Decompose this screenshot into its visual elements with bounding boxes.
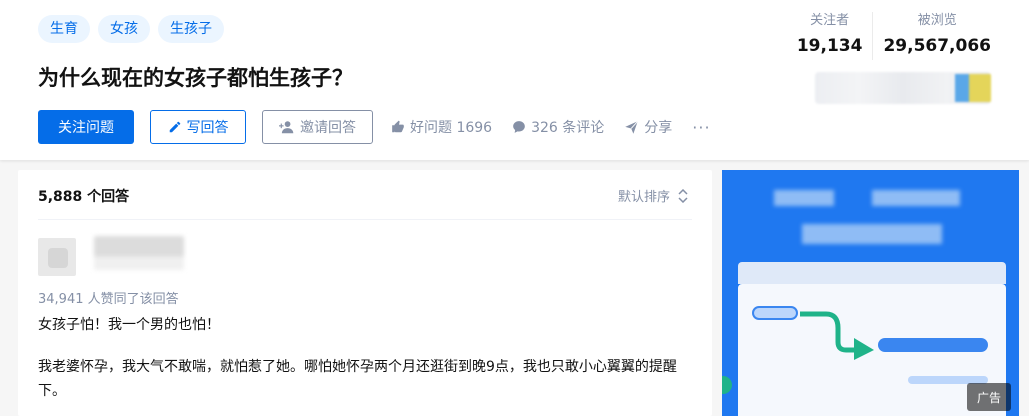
good-question-button[interactable]: 好问题 1696	[391, 117, 492, 137]
question-header: 生育 女孩 生孩子 为什么现在的女孩子都怕生孩子？ 关注者 19,134 被浏览…	[0, 0, 1029, 160]
ad-illustration	[738, 284, 1006, 416]
views-stat: 被浏览 29,567,066	[872, 12, 991, 60]
write-answer-button[interactable]: 写回答	[150, 110, 246, 144]
question-stats: 关注者 19,134 被浏览 29,567,066	[787, 12, 991, 60]
ad-badge: 广告	[967, 383, 1011, 411]
good-question-label: 好问题 1696	[410, 120, 493, 136]
blurred-content	[815, 72, 991, 104]
ad-banner[interactable]	[722, 170, 1019, 416]
views-label: 被浏览	[917, 13, 957, 28]
sort-label: 默认排序	[617, 190, 670, 205]
follow-question-button[interactable]: 关注问题	[38, 110, 134, 144]
thumbs-up-icon	[392, 120, 404, 133]
sort-dropdown[interactable]: 默认排序	[618, 186, 688, 205]
question-actions: 关注问题 写回答 邀请回答 好问题 1696 326 条评论 分享 ···	[38, 110, 711, 144]
ad-illustration-bar	[738, 262, 1006, 284]
comments-label: 326 条评论	[531, 120, 605, 136]
followers-stat[interactable]: 关注者 19,134	[787, 12, 863, 60]
share-button[interactable]: 分享	[624, 117, 672, 137]
answer-list-header: 5,888 个回答 默认排序	[38, 170, 692, 220]
pencil-icon	[169, 121, 180, 133]
answer-paragraph: 我老婆怀孕，我大气不敢喘，就怕惹了她。哪怕她怀孕两个月还逛街到晚9点，我也只敢小…	[38, 359, 677, 399]
arrow-icon	[800, 311, 874, 360]
comment-icon	[513, 121, 525, 133]
topic-tag[interactable]: 生育	[38, 15, 90, 43]
write-answer-label: 写回答	[186, 120, 229, 136]
more-icon[interactable]: ···	[692, 118, 710, 137]
answer-vote-count: 34,941 人赞同了该回答	[38, 292, 179, 307]
add-user-icon	[279, 121, 294, 134]
blurred-ad-text	[872, 190, 960, 206]
share-label: 分享	[644, 120, 673, 136]
comments-button[interactable]: 326 条评论	[512, 117, 604, 137]
followers-label: 关注者	[810, 13, 850, 28]
views-count: 29,567,066	[883, 36, 991, 56]
topic-tag[interactable]: 生孩子	[158, 15, 224, 43]
share-icon	[625, 120, 639, 134]
answer-list-card: 5,888 个回答 默认排序 34,941 人赞同了该回答 女孩子怕！我一个男的…	[18, 170, 712, 416]
followers-count: 19,134	[796, 36, 863, 56]
question-title: 为什么现在的女孩子都怕生孩子？	[38, 66, 353, 90]
blurred-ad-text	[802, 224, 942, 244]
answer-count: 5,888 个回答	[38, 189, 130, 205]
sort-chevron-icon	[678, 188, 688, 203]
invite-answer-button[interactable]: 邀请回答	[262, 110, 373, 144]
answer-paragraph: 女孩子怕！我一个男的也怕！	[38, 317, 220, 333]
blurred-ad-text	[774, 190, 834, 206]
topic-tag[interactable]: 女孩	[98, 15, 150, 43]
avatar[interactable]	[38, 238, 76, 276]
blurred-author-name	[94, 236, 184, 270]
topic-list: 生育 女孩 生孩子	[38, 15, 224, 43]
invite-answer-label: 邀请回答	[300, 120, 356, 136]
